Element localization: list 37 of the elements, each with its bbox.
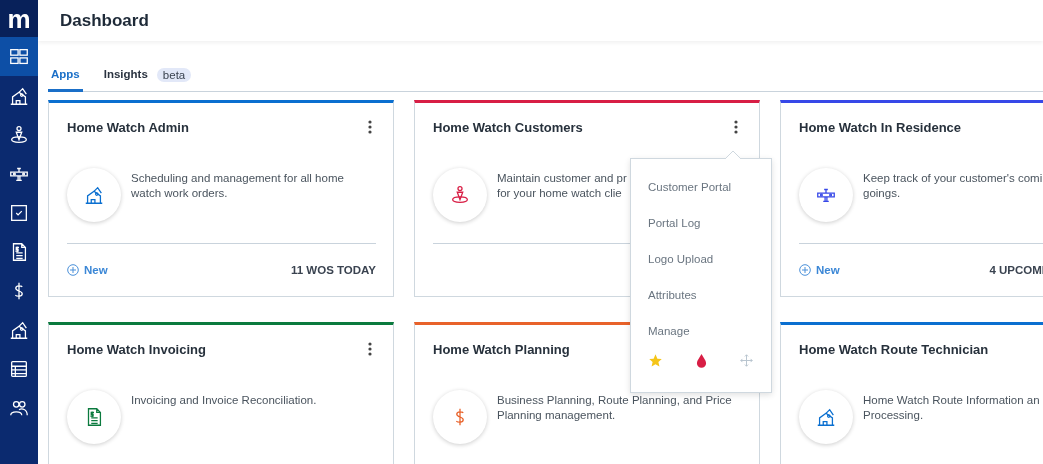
person-pin-icon — [449, 184, 471, 206]
more-icon[interactable] — [734, 120, 738, 134]
more-icon[interactable] — [368, 342, 372, 356]
card-description: Invoicing and Invoice Reconciliation. — [131, 393, 317, 408]
card-title[interactable]: Home Watch In Residence — [799, 119, 962, 135]
tab[interactable]: Apps — [48, 58, 83, 92]
page-title: Dashboard — [60, 10, 149, 31]
card-title[interactable]: Home Watch Planning — [433, 341, 570, 357]
person-pin-icon — [8, 123, 30, 146]
tab[interactable]: Insights — [100, 58, 151, 92]
menu-item[interactable]: Customer Portal — [648, 169, 732, 205]
beta-badge: beta — [156, 67, 192, 82]
nav-button[interactable] — [0, 37, 38, 76]
card-description: Maintain customer and pr for your home watch clie — [497, 171, 627, 201]
plus-circle-icon — [799, 264, 811, 276]
house-icon — [83, 184, 105, 206]
menu-item[interactable]: Portal Log — [648, 205, 701, 241]
logo[interactable]: m — [0, 0, 38, 37]
card-description: Home Watch Route Information an Processing. — [863, 393, 1040, 423]
drop-icon[interactable] — [696, 353, 707, 368]
card-title[interactable]: Home Watch Customers — [433, 119, 583, 135]
card-title[interactable]: Home Watch Route Technician — [799, 341, 989, 357]
card-description: Keep track of your customer's comi goings. — [863, 171, 1043, 201]
card-description: Business Planning, Route Planning, and Price Planning management. — [497, 393, 732, 423]
count-label: 11 WOS TODAY — [291, 264, 376, 276]
new-link[interactable]: New — [799, 264, 840, 276]
new-link[interactable]: New — [67, 264, 108, 276]
plus-circle-icon — [67, 264, 79, 276]
menu-item[interactable]: Logo Upload — [648, 241, 714, 277]
card-title[interactable]: Home Watch Admin — [67, 119, 189, 135]
card-description: Scheduling and management for all home watch work orders. — [131, 171, 344, 201]
menu-item[interactable]: Attributes — [648, 277, 697, 313]
card-title[interactable]: Home Watch Invoicing — [67, 341, 206, 357]
menu-item[interactable]: Manage — [648, 313, 690, 349]
star-icon[interactable] — [648, 353, 663, 368]
more-icon[interactable] — [368, 120, 372, 134]
house-icon — [815, 406, 837, 428]
